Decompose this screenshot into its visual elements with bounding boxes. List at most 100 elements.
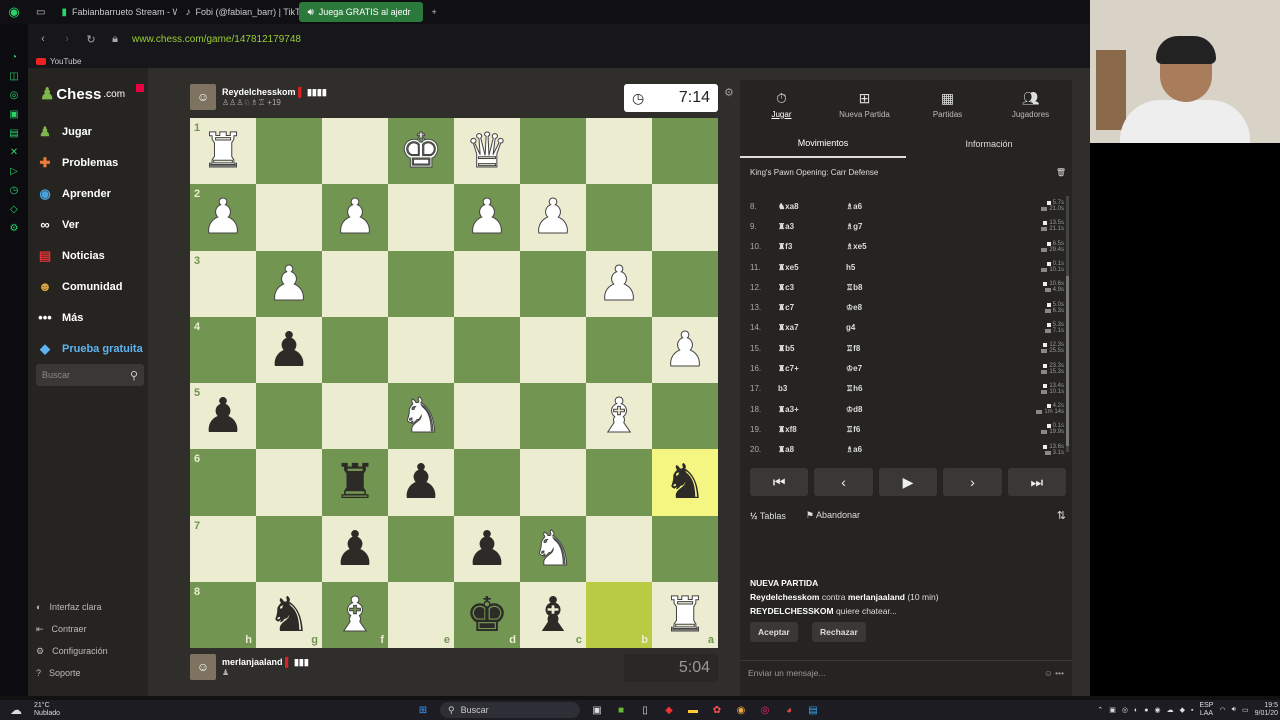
board-square[interactable] (652, 184, 718, 251)
board-square[interactable] (256, 449, 322, 516)
board-square[interactable] (586, 316, 652, 383)
black-bishop-icon[interactable]: ♝ (531, 591, 574, 639)
chesscom-logo[interactable]: ♟ Chess .com (40, 84, 125, 104)
board-square[interactable] (256, 118, 322, 185)
reload-icon[interactable]: ↻ (82, 33, 100, 46)
black-move[interactable]: ♖f8 (846, 344, 946, 353)
reject-chat-button[interactable]: Rechazar (812, 622, 866, 642)
tray-app-icon[interactable]: ▣ (1109, 706, 1116, 714)
tray-app-icon[interactable]: ◐ (1134, 707, 1138, 714)
flip-board-icon[interactable]: ⇅ (1057, 509, 1066, 522)
tray-app-icon[interactable]: ☁ (1167, 706, 1174, 714)
vk-icon[interactable]: ▣ (9, 109, 18, 120)
app-icon[interactable]: ◕ (782, 703, 796, 717)
search-input[interactable]: Buscar ⚲ (36, 364, 144, 386)
tray-app-icon[interactable]: ◆ (1180, 706, 1185, 714)
tab-media[interactable]: ▭ (28, 2, 53, 22)
board-square[interactable] (520, 316, 586, 383)
white-move[interactable]: ♞xa8 (778, 202, 846, 211)
white-pawn-icon[interactable]: ♟ (597, 259, 641, 308)
more-icon[interactable]: ••• (1055, 668, 1064, 678)
board-square[interactable] (652, 118, 718, 185)
black-pawn-icon[interactable]: ♟ (399, 458, 442, 506)
board-square[interactable] (256, 184, 322, 251)
white-bishop-icon[interactable]: ♝ (333, 590, 377, 639)
sidebar-item-aprender[interactable]: ◉ Aprender (36, 178, 146, 209)
tray-app-icon[interactable]: ◉ (1154, 706, 1160, 714)
black-move[interactable]: ♗xe5 (846, 242, 946, 251)
board-square[interactable]: ♝ (586, 383, 652, 450)
board-square[interactable]: ♟ (520, 184, 586, 251)
sidebar-item-problemas[interactable]: ✚ Problemas (36, 147, 146, 178)
white-pawn-icon[interactable]: ♟ (201, 193, 245, 242)
board-square[interactable] (256, 383, 322, 450)
resign-button[interactable]: ⚑ Abandonar (806, 510, 860, 521)
weather-widget[interactable]: 21°C Nublado (34, 702, 60, 718)
sidebar-item-noticias[interactable]: ▤ Noticias (36, 240, 146, 271)
white-move[interactable]: ♜f3 (778, 242, 846, 251)
board-square[interactable] (322, 250, 388, 317)
windows-start-icon[interactable]: ⊞ (416, 703, 430, 717)
browser-tab-twitch[interactable]: ▮ Fabianbarrueto Stream - W (53, 2, 177, 22)
battery-icon[interactable]: ▭ (1242, 706, 1249, 714)
black-rook-icon[interactable]: ♜ (333, 458, 376, 506)
new-tab-button[interactable]: + (423, 2, 444, 22)
whatsapp-icon[interactable]: ◎ (10, 90, 19, 101)
chess-board[interactable]: ♜ 1 ♚ ♛ ♟ 2 ♟ ♟ ♟ 3 ♟ ♟ 4 ♟ ♟ ♟ 5 ♞ ♝ 6 ♜ ♟ ♞ 7 ♟ ♟ ♞ 8 h ♞ g ♝ f e ♚ d ♝ c b ♜… (190, 118, 718, 648)
board-square[interactable] (454, 316, 520, 383)
app-icon[interactable]: ✿ (710, 703, 724, 717)
weather-icon[interactable]: ☁ (10, 703, 22, 717)
board-square[interactable] (322, 383, 388, 450)
board-square[interactable] (520, 449, 586, 516)
board-square[interactable]: b (586, 581, 652, 648)
white-move[interactable]: ♜a3 (778, 222, 846, 231)
white-move[interactable]: ♜c7+ (778, 364, 846, 373)
x-icon[interactable]: ✕ (10, 147, 18, 158)
board-square[interactable]: ♟ (454, 184, 520, 251)
black-king-icon[interactable]: ♚ (465, 591, 508, 639)
chevron-up-icon[interactable]: ⌃ (1097, 706, 1103, 714)
forward-icon[interactable]: › (58, 33, 76, 45)
white-move[interactable]: ♜xa7 (778, 323, 846, 332)
board-square[interactable]: ♜ 1 (190, 118, 256, 185)
clock[interactable]: 19:5 9/01/20 (1255, 702, 1278, 718)
board-square[interactable] (388, 184, 454, 251)
sidebar-item-interfaz-clara[interactable]: ◐ Interfaz clara (36, 596, 146, 618)
chat-input[interactable]: Enviar un mensaje... ☺ ••• (740, 660, 1072, 684)
board-square[interactable] (586, 449, 652, 516)
tab-jugadores[interactable]: 👥︎ Jugadores (989, 84, 1072, 124)
bottom-player-name[interactable]: merlanjaaland (222, 657, 283, 667)
board-square[interactable]: ♞ (388, 383, 454, 450)
task-view-icon[interactable]: ▣ (590, 703, 604, 717)
black-move[interactable]: ♖b8 (846, 283, 946, 292)
extensions-icon[interactable]: ◇ (10, 204, 18, 215)
board-square[interactable] (652, 383, 718, 450)
taskbar-search[interactable]: ⚲ Buscar (440, 702, 580, 718)
white-bishop-icon[interactable]: ♝ (597, 392, 641, 441)
white-move[interactable]: ♜c3 (778, 283, 846, 292)
board-square[interactable]: ♟ (322, 515, 388, 582)
white-move[interactable]: b3 (778, 384, 846, 393)
black-pawn-icon[interactable]: ♟ (333, 525, 376, 573)
browser-tab-tiktok[interactable]: ♪ Fobi (@fabian_barr) | TikT (177, 2, 299, 22)
board-square[interactable] (322, 316, 388, 383)
board-square[interactable] (520, 250, 586, 317)
board-square[interactable] (388, 250, 454, 317)
board-square[interactable]: ♟ 5 (190, 383, 256, 450)
sidebar-item-mas[interactable]: ••• Más (36, 302, 146, 333)
accept-chat-button[interactable]: Aceptar (750, 622, 798, 642)
tray-app-icon[interactable]: ● (1144, 707, 1148, 714)
previous-move-button[interactable]: ‹ (814, 468, 873, 496)
twitch-sidebar-icon[interactable]: ▤ (9, 128, 18, 139)
white-knight-icon[interactable]: ♞ (399, 392, 443, 441)
white-pawn-icon[interactable]: ♟ (267, 259, 311, 308)
tab-movimientos[interactable]: Movimientos (740, 130, 906, 158)
avatar[interactable]: ☺ (190, 84, 216, 110)
board-square[interactable]: ♜ (322, 449, 388, 516)
white-pawn-icon[interactable]: ♟ (465, 193, 509, 242)
black-pawn-icon[interactable]: ♟ (465, 525, 508, 573)
white-move[interactable]: ♜a8 (778, 445, 846, 454)
black-move[interactable]: ♗a6 (846, 202, 946, 211)
black-move[interactable]: ♔e7 (846, 364, 946, 373)
bookmark-youtube[interactable]: YouTube (50, 57, 81, 66)
